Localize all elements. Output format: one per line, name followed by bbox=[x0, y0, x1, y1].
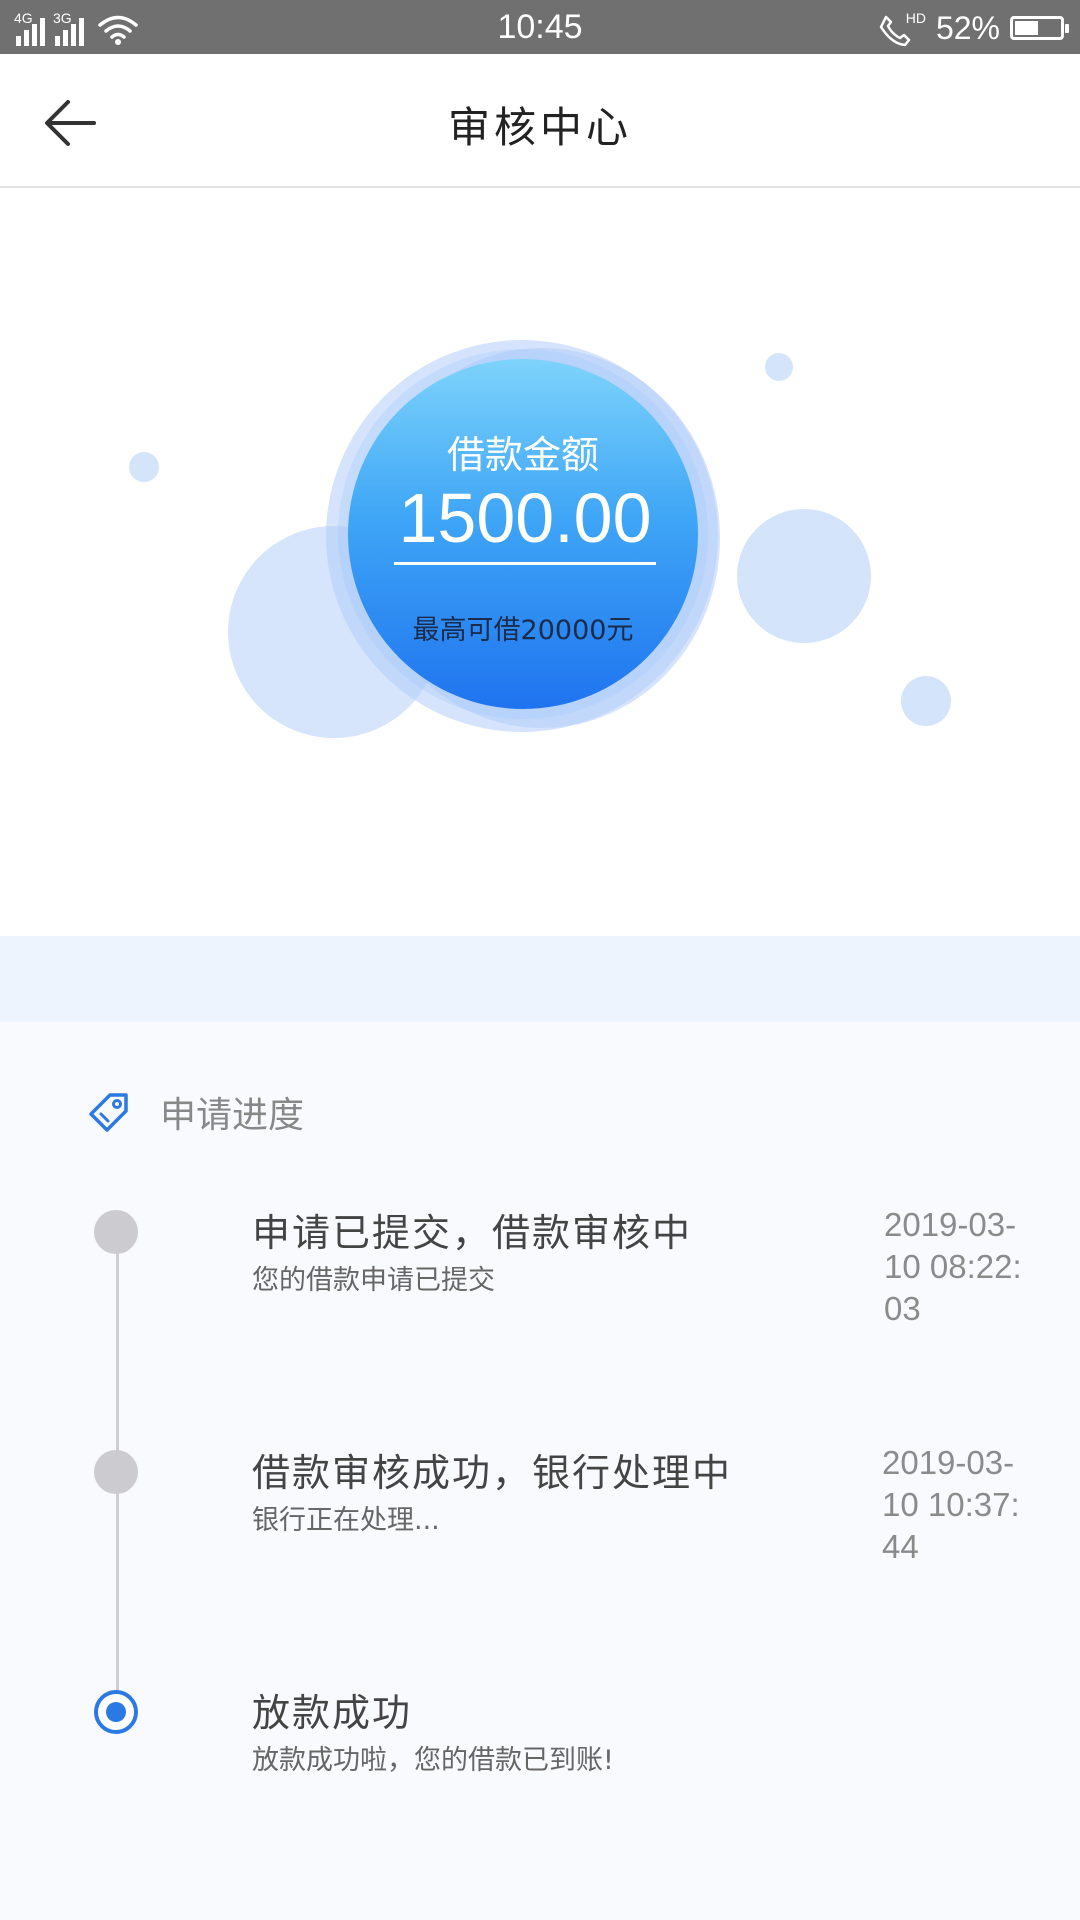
step-subtitle: 您的借款申请已提交 bbox=[252, 1265, 495, 1296]
step-subtitle: 银行正在处理... bbox=[252, 1505, 440, 1536]
amount-input[interactable] bbox=[394, 478, 656, 565]
page-title: 审核中心 bbox=[447, 103, 632, 152]
tag-icon bbox=[89, 1093, 128, 1132]
battery-icon bbox=[1010, 16, 1069, 40]
section-title: 申请进度 bbox=[160, 1095, 305, 1136]
decor-bubble bbox=[737, 509, 871, 643]
step-title: 申请已提交，借款审核中 bbox=[252, 1211, 693, 1255]
step-title: 借款审核成功，银行处理中 bbox=[252, 1451, 733, 1495]
step-title: 放款成功 bbox=[252, 1691, 413, 1735]
section-header: 申请进度 bbox=[88, 1086, 304, 1138]
decor-bubble bbox=[129, 452, 159, 482]
status-bar: 4G 3G 10:45 HD 52% bbox=[0, 0, 1080, 54]
status-right: HD 52% bbox=[878, 8, 1069, 48]
decor-bubble bbox=[765, 353, 793, 381]
step-dot bbox=[94, 1210, 138, 1254]
progress-section: 申请进度 申请已提交，借款审核中 您的借款申请已提交 2019-03-10 08… bbox=[0, 1022, 1080, 1920]
page: 4G 3G 10:45 HD 52% 审核中心 借款金额 1500.00 最高可… bbox=[0, 0, 1080, 1920]
step-dot bbox=[94, 1450, 138, 1494]
amount-label: 借款金额 bbox=[446, 433, 599, 477]
step-time: 2019-03-10 10:37:44 bbox=[882, 1444, 1020, 1565]
battery-level-fill bbox=[1015, 21, 1038, 35]
step-subtitle: 放款成功啦，您的借款已到账! bbox=[252, 1745, 614, 1776]
loan-amount-hero: 借款金额 最高可借20000元 bbox=[0, 188, 1080, 936]
battery-percent: 52% bbox=[935, 9, 1000, 46]
section-divider bbox=[0, 936, 1080, 1022]
max-borrow-text: 最高可借20000元 bbox=[412, 615, 634, 646]
hd-label: HD bbox=[905, 10, 926, 26]
decor-bubble bbox=[901, 676, 951, 726]
hd-call-icon: HD bbox=[878, 10, 926, 47]
nav-bar: 审核中心 bbox=[0, 54, 1080, 188]
step-time: 2019-03-10 08:22:03 bbox=[884, 1206, 1022, 1327]
step-dot-active bbox=[94, 1690, 138, 1734]
